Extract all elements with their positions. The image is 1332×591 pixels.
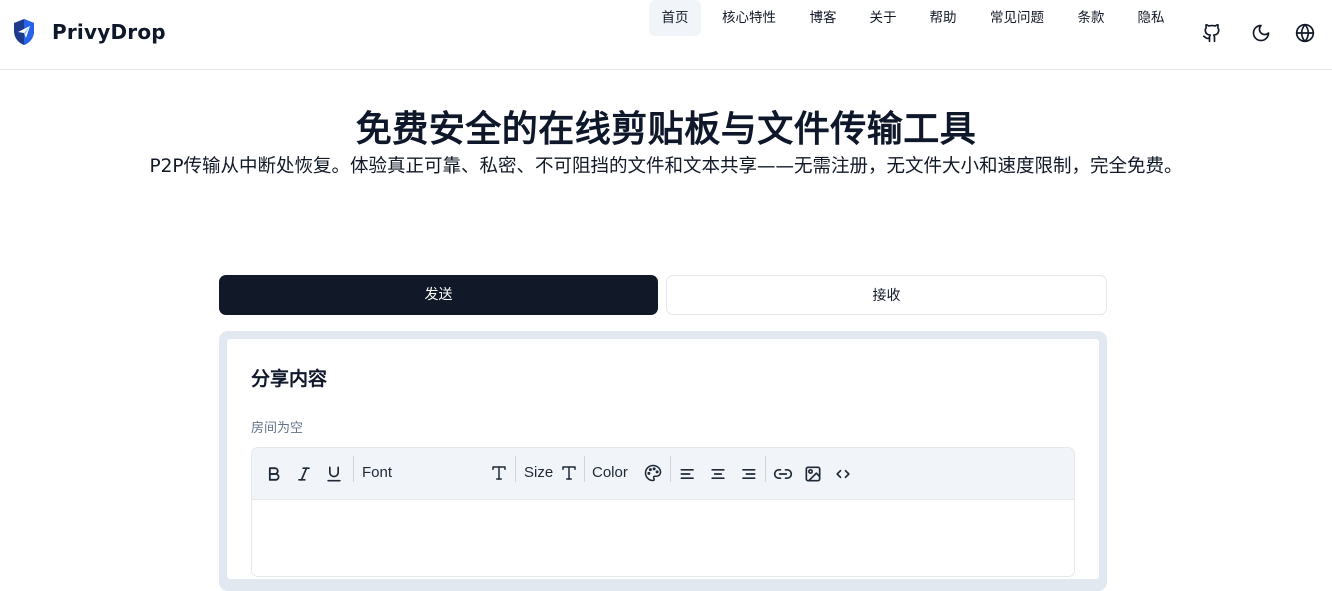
nav-features[interactable]: 核心特性 xyxy=(713,0,785,36)
size-select-label: Size xyxy=(524,464,554,481)
toolbar-divider xyxy=(670,456,671,482)
toolbar-divider xyxy=(353,456,354,482)
nav-help[interactable]: 帮助 xyxy=(921,0,965,36)
top-navigation-bar: PrivyDrop 首页 核心特性 博客 关于 帮助 常见问题 条款 隐私 xyxy=(0,0,1332,70)
color-select-label: Color xyxy=(592,464,628,481)
toolbar-divider xyxy=(584,456,585,482)
underline-icon[interactable] xyxy=(324,464,344,484)
nav-faq[interactable]: 常见问题 xyxy=(981,0,1053,36)
code-icon[interactable] xyxy=(833,464,853,484)
nav-terms[interactable]: 条款 xyxy=(1069,0,1113,36)
size-select[interactable]: Size xyxy=(518,456,582,490)
nav-about[interactable]: 关于 xyxy=(861,0,905,36)
brand-name: PrivyDrop xyxy=(52,20,166,44)
bold-icon[interactable] xyxy=(264,464,284,484)
nav-privacy[interactable]: 隐私 xyxy=(1129,0,1173,36)
editor-toolbar: Font Size Color xyxy=(252,448,1074,500)
room-status-text: 房间为空 xyxy=(251,421,304,436)
toolbar-divider xyxy=(515,456,516,482)
font-select-label: Font xyxy=(362,464,393,481)
font-select[interactable]: Font xyxy=(356,456,512,490)
page-title: 免费安全的在线剪贴板与文件传输工具 xyxy=(355,109,977,150)
toolbar-divider xyxy=(765,456,766,482)
moon-icon[interactable] xyxy=(1251,23,1271,43)
rich-text-editor: Font Size Color xyxy=(251,447,1075,577)
editor-content-area[interactable] xyxy=(252,500,1074,576)
tab-send[interactable]: 发送 xyxy=(219,275,658,315)
align-left-icon[interactable] xyxy=(678,464,698,484)
globe-icon[interactable] xyxy=(1295,23,1315,43)
page-subtitle: P2P传输从中断处恢复。体验真正可靠、私密、不可阻挡的文件和文本共享——无需注册… xyxy=(149,156,1183,177)
share-card-title: 分享内容 xyxy=(251,368,328,390)
font-icon xyxy=(490,464,508,482)
image-icon[interactable] xyxy=(803,464,823,484)
italic-icon[interactable] xyxy=(294,464,314,484)
color-select[interactable]: Color xyxy=(586,456,666,490)
nav-blog[interactable]: 博客 xyxy=(801,0,845,36)
align-right-icon[interactable] xyxy=(738,464,758,484)
nav-home[interactable]: 首页 xyxy=(649,0,701,36)
align-center-icon[interactable] xyxy=(708,464,728,484)
text-size-icon xyxy=(560,464,578,482)
tab-receive[interactable]: 接收 xyxy=(666,275,1107,315)
palette-icon xyxy=(644,464,662,482)
brand-link[interactable]: PrivyDrop xyxy=(12,18,166,46)
github-icon[interactable] xyxy=(1202,23,1222,43)
logo-shield-icon xyxy=(12,18,36,46)
link-icon[interactable] xyxy=(773,464,793,484)
